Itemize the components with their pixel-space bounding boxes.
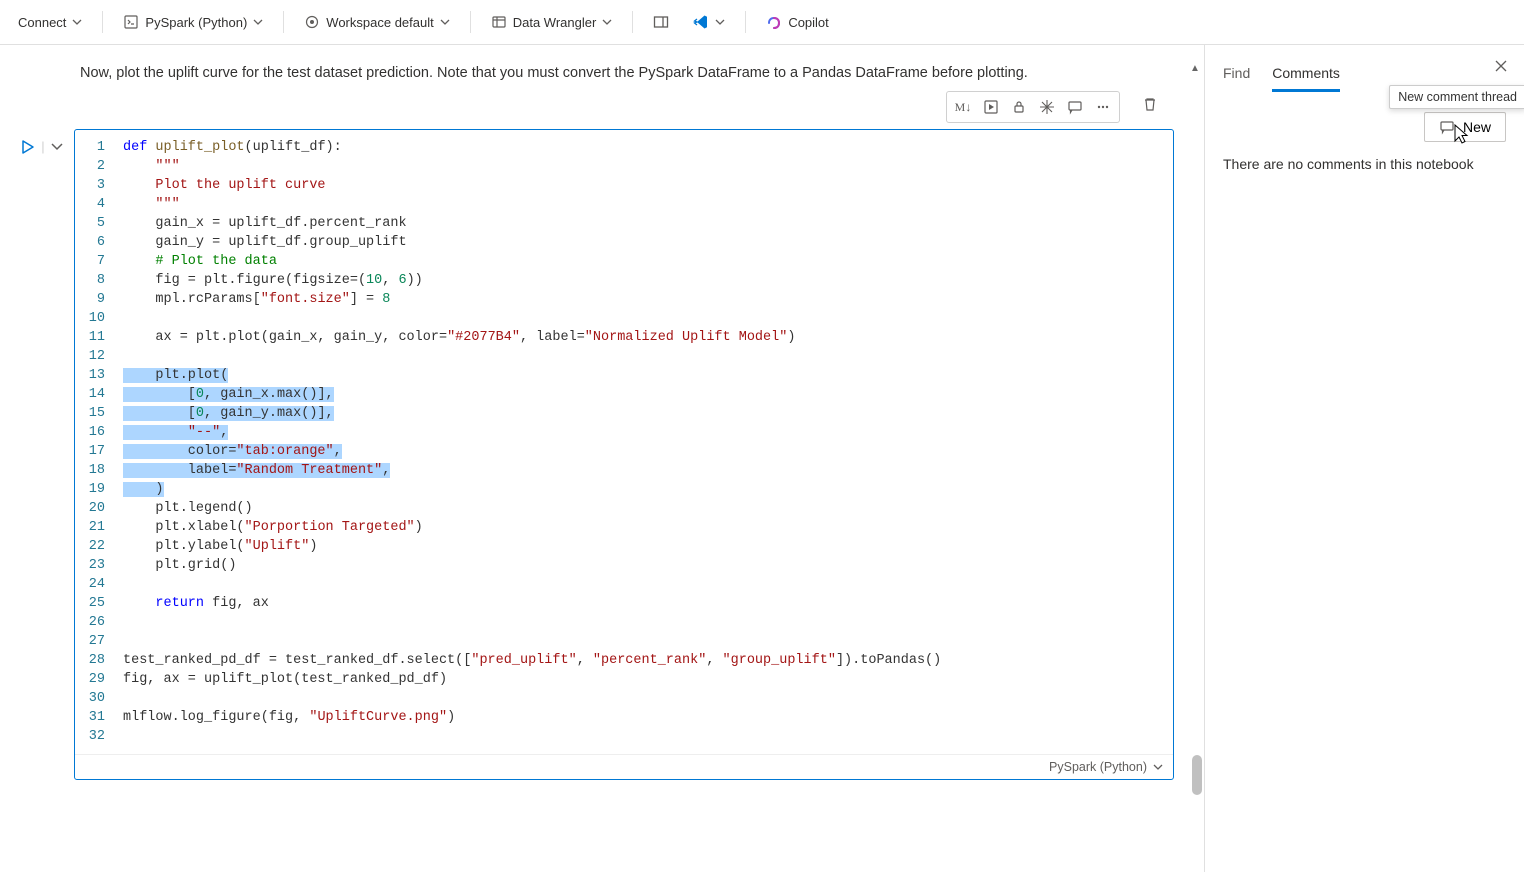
toolbar-separator	[632, 11, 633, 33]
layout-icon	[653, 14, 669, 30]
toolbar-separator	[283, 11, 284, 33]
toolbar-separator	[745, 11, 746, 33]
chevron-down-icon	[715, 19, 725, 25]
find-tab[interactable]: Find	[1223, 61, 1250, 92]
notebook-area: ▲ Now, plot the uplift curve for the tes…	[0, 45, 1204, 872]
code-editor[interactable]: 1234567891011121314151617181920212223242…	[75, 130, 1173, 754]
cell-toolbar: M↓	[946, 91, 1120, 123]
markdown-cell-text: Now, plot the uplift curve for the test …	[0, 65, 1204, 81]
comment-icon	[1439, 119, 1455, 135]
empty-comments-message: There are no comments in this notebook	[1223, 156, 1506, 172]
more-cell-actions-button[interactable]	[1089, 94, 1117, 120]
top-toolbar: Connect PySpark (Python) Workspace defau…	[0, 0, 1524, 45]
chevron-down-icon	[253, 19, 263, 25]
run-cell-menu-button[interactable]	[51, 139, 63, 154]
new-comment-tooltip: New comment thread	[1389, 85, 1524, 109]
snowflake-icon	[1039, 99, 1055, 115]
close-icon	[1494, 59, 1508, 73]
copilot-button[interactable]: Copilot	[756, 9, 838, 35]
kernel-icon	[123, 14, 139, 30]
kernel-label: PySpark (Python)	[145, 15, 247, 30]
cell-action-row: M↓	[0, 91, 1204, 129]
workspace-label: Workspace default	[326, 15, 433, 30]
lock-cell-button[interactable]	[1005, 94, 1033, 120]
scroll-up-arrow[interactable]: ▲	[1188, 63, 1202, 77]
workspace-dropdown[interactable]: Workspace default	[294, 9, 459, 35]
cell-run-controls: |	[10, 129, 74, 780]
copilot-icon	[766, 14, 782, 30]
chevron-down-icon	[72, 19, 82, 25]
comment-icon	[1067, 99, 1083, 115]
new-button-label: New	[1463, 119, 1491, 135]
run-icon	[983, 99, 999, 115]
trash-icon	[1142, 96, 1158, 112]
freeze-cell-button[interactable]	[1033, 94, 1061, 120]
kernel-dropdown[interactable]: PySpark (Python)	[113, 9, 273, 35]
chevron-down-icon	[440, 19, 450, 25]
connect-dropdown[interactable]: Connect	[8, 10, 92, 35]
code-cell-wrapper: | 12345678910111213141516171819202122232…	[0, 129, 1204, 780]
comments-panel: Find Comments New comment thread New The…	[1204, 45, 1524, 872]
new-button-row: New	[1223, 112, 1506, 142]
lock-icon	[1011, 99, 1027, 115]
data-wrangler-icon	[491, 14, 507, 30]
comment-cell-button[interactable]	[1061, 94, 1089, 120]
toolbar-separator	[102, 11, 103, 33]
comments-tab[interactable]: Comments	[1272, 61, 1340, 92]
vscode-icon	[693, 14, 709, 30]
vscode-dropdown[interactable]	[683, 9, 735, 35]
language-picker[interactable]: PySpark (Python)	[1049, 760, 1163, 774]
data-wrangler-label: Data Wrangler	[513, 15, 597, 30]
language-label: PySpark (Python)	[1049, 760, 1147, 774]
new-comment-button[interactable]: New	[1424, 112, 1506, 142]
data-wrangler-dropdown[interactable]: Data Wrangler	[481, 9, 623, 35]
line-number-gutter: 1234567891011121314151617181920212223242…	[75, 138, 123, 746]
connect-label: Connect	[18, 15, 66, 30]
main-layout: ▲ Now, plot the uplift curve for the tes…	[0, 45, 1524, 872]
close-panel-button[interactable]	[1494, 59, 1508, 76]
delete-cell-button[interactable]	[1136, 91, 1164, 117]
run-cell-button[interactable]	[977, 94, 1005, 120]
toolbar-separator	[470, 11, 471, 33]
scrollbar-track[interactable]	[1187, 105, 1204, 872]
chevron-down-icon	[602, 19, 612, 25]
chevron-down-icon	[1153, 764, 1163, 770]
cell-footer: PySpark (Python)	[75, 754, 1173, 779]
run-cell-play-button[interactable]	[21, 139, 35, 158]
code-lines[interactable]: def uplift_plot(uplift_df): """ Plot the…	[123, 138, 1173, 746]
code-cell[interactable]: 1234567891011121314151617181920212223242…	[74, 129, 1174, 780]
convert-markdown-button[interactable]: M↓	[949, 94, 977, 120]
spacer	[1120, 91, 1128, 123]
ellipsis-icon	[1095, 99, 1111, 115]
scrollbar-thumb[interactable]	[1192, 755, 1202, 795]
workspace-icon	[304, 14, 320, 30]
copilot-label: Copilot	[788, 15, 828, 30]
layout-button[interactable]	[643, 9, 679, 35]
